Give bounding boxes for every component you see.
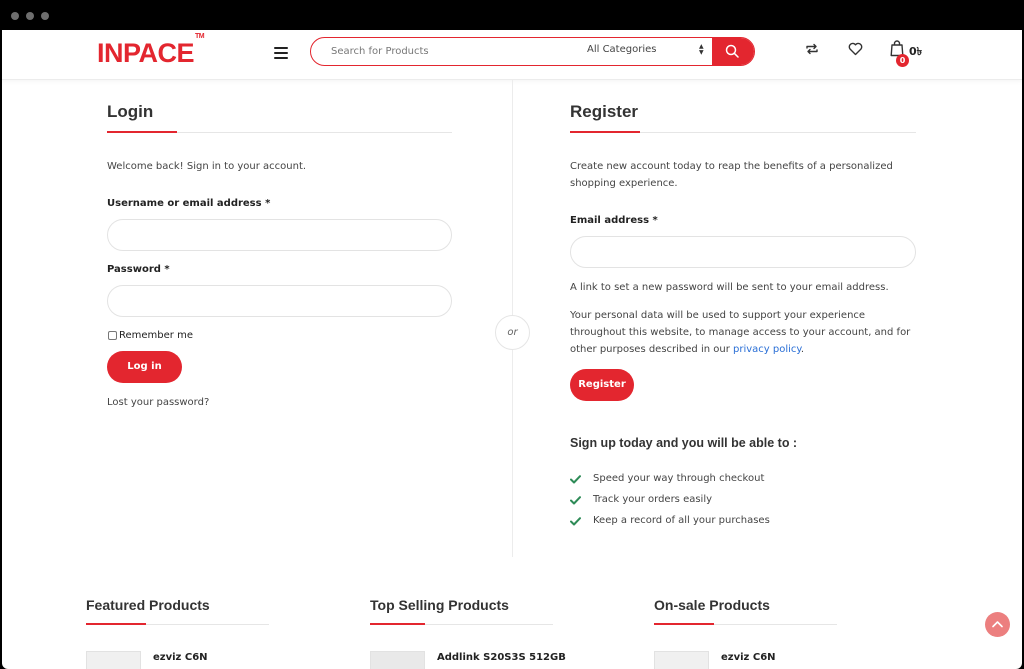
- category-select-arrows-icon[interactable]: ▲ ▼: [699, 44, 704, 56]
- benefit-item: Track your orders easily: [593, 494, 713, 505]
- lost-password-link[interactable]: Lost your password?: [107, 394, 209, 411]
- cart-total[interactable]: 0৳: [909, 43, 922, 62]
- check-icon: [570, 475, 581, 484]
- search-icon: [725, 44, 739, 58]
- menu-icon[interactable]: [274, 47, 288, 59]
- site-logo[interactable]: INPACETM: [97, 33, 205, 69]
- wishlist-heart-icon[interactable]: [848, 42, 863, 56]
- privacy-policy-link[interactable]: privacy policy: [733, 344, 801, 355]
- register-intro-text: Create new account today to reap the ben…: [570, 161, 893, 189]
- scroll-to-top-button[interactable]: [985, 612, 1010, 637]
- login-title: Login: [107, 102, 154, 121]
- login-button[interactable]: Log in: [107, 351, 182, 383]
- chevron-up-icon: [992, 621, 1003, 628]
- window-close-dot[interactable]: [11, 12, 19, 20]
- login-title-accent: [107, 131, 177, 133]
- top-selling-products-title: Top Selling Products: [370, 597, 509, 613]
- featured-accent: [86, 623, 146, 625]
- window-titlebar: [0, 0, 1024, 30]
- logo-text: INPACE: [97, 38, 195, 68]
- page: INPACETM All Categories ▲▼: [2, 30, 1022, 669]
- category-select[interactable]: All Categories: [587, 44, 656, 55]
- search-button[interactable]: [712, 38, 754, 65]
- search-input[interactable]: [331, 43, 571, 60]
- privacy-text: Your personal data will be used to suppo…: [570, 307, 920, 358]
- on-sale-products-title: On-sale Products: [654, 597, 770, 613]
- register-title: Register: [570, 102, 639, 121]
- site-header: INPACETM All Categories ▲▼: [2, 30, 1022, 80]
- product-name[interactable]: Addlink S20S3S 512GB: [437, 652, 566, 663]
- product-name[interactable]: ezviz C6N: [153, 652, 208, 663]
- register-email-input[interactable]: [570, 236, 916, 268]
- password-input[interactable]: [107, 285, 452, 317]
- product-name[interactable]: ezviz C6N: [721, 652, 776, 663]
- window-zoom-dot[interactable]: [41, 12, 49, 20]
- check-icon: [570, 517, 581, 526]
- remember-me-label[interactable]: Remember me: [119, 327, 193, 344]
- featured-products-title: Featured Products: [86, 597, 210, 613]
- product-thumbnail[interactable]: [86, 651, 141, 669]
- or-separator: or: [495, 315, 530, 350]
- register-button[interactable]: Register: [570, 369, 634, 401]
- search-bar: All Categories ▲▼: [310, 37, 755, 66]
- logo-trademark: TM: [195, 33, 205, 40]
- remember-me-checkbox[interactable]: [108, 331, 117, 340]
- username-label: Username or email address *: [107, 198, 271, 209]
- browser-frame: INPACETM All Categories ▲▼: [0, 0, 1024, 669]
- register-title-accent: [570, 131, 640, 133]
- top-selling-accent: [370, 623, 425, 625]
- email-label: Email address *: [570, 215, 658, 226]
- benefit-item: Speed your way through checkout: [593, 473, 765, 484]
- on-sale-accent: [654, 623, 714, 625]
- cart-count-badge: 0: [896, 54, 909, 67]
- password-link-note: A link to set a new password will be sen…: [570, 282, 889, 293]
- compare-icon[interactable]: [805, 42, 819, 56]
- check-icon: [570, 496, 581, 505]
- privacy-text-period: .: [800, 344, 805, 355]
- product-thumbnail[interactable]: [370, 651, 425, 669]
- login-welcome-text: Welcome back! Sign in to your account.: [107, 161, 307, 172]
- window-minimize-dot[interactable]: [26, 12, 34, 20]
- benefit-item: Keep a record of all your purchases: [593, 515, 770, 526]
- password-label: Password *: [107, 264, 170, 275]
- username-input[interactable]: [107, 219, 452, 251]
- signup-benefits-title: Sign up today and you will be able to :: [570, 436, 798, 450]
- product-thumbnail[interactable]: [654, 651, 709, 669]
